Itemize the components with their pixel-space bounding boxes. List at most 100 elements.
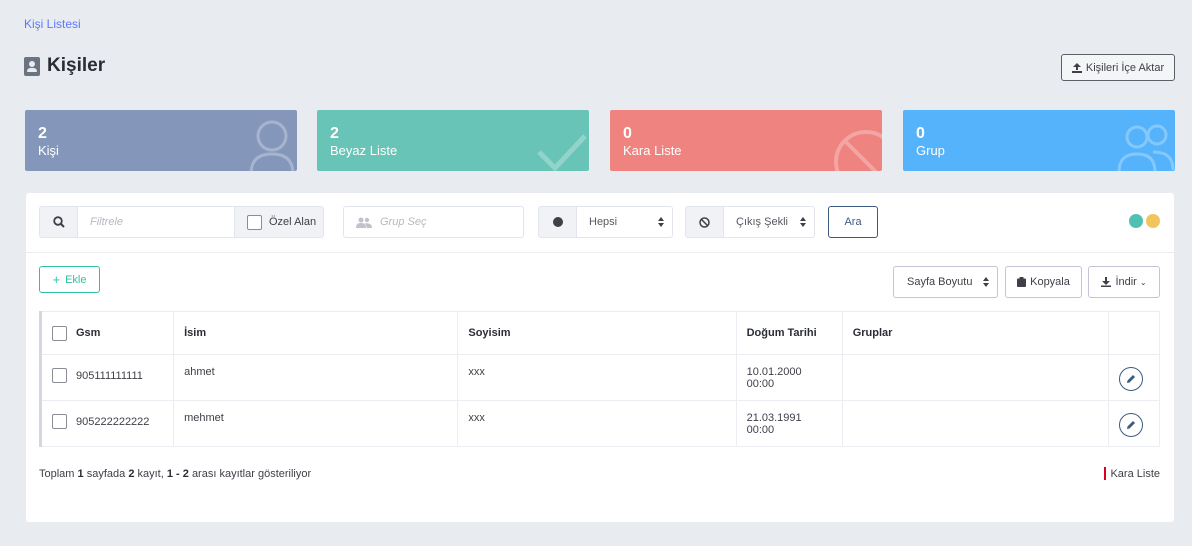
stat-value: 0 [623, 125, 632, 142]
footer-pages: 1 [77, 468, 84, 480]
blacklist-legend-mark [1104, 467, 1107, 480]
cell-name: mehmet [173, 400, 459, 447]
users-icon [356, 217, 372, 228]
blacklist-legend: Kara Liste [1104, 467, 1160, 480]
edit-button[interactable] [1118, 413, 1143, 437]
search-icon [39, 206, 78, 238]
column-gsm[interactable]: Gsm [38, 311, 175, 355]
footer-records: 2 [128, 468, 135, 480]
status-dot-teal [1129, 214, 1143, 228]
cell-name: ahmet [173, 354, 459, 401]
cell-groups [841, 400, 1109, 447]
stat-card-contacts: 2 Kişi [25, 110, 297, 171]
import-contacts-button[interactable]: Kişileri İçe Aktar [1061, 54, 1175, 81]
column-name[interactable]: İsim [173, 311, 459, 355]
edit-button[interactable] [1118, 367, 1143, 391]
page-size-select[interactable]: Sayfa Boyutu [893, 266, 998, 298]
blacklist-legend-label: Kara Liste [1110, 467, 1160, 480]
stat-value: 0 [916, 125, 925, 142]
column-actions [1107, 311, 1161, 355]
divider [26, 252, 1174, 253]
stat-label: Beyaz Liste [330, 143, 398, 158]
cell-actions [1107, 354, 1161, 401]
plus-icon: + [52, 272, 61, 287]
column-birth-date[interactable]: Doğum Tarihi [735, 311, 843, 355]
status-dot-yellow [1146, 214, 1160, 228]
status-select-value: Hepsi [589, 216, 618, 228]
cell-surname: xxx [457, 400, 737, 447]
add-button-label: Ekle [65, 273, 87, 286]
select-caret-icon [800, 217, 806, 228]
ban-icon [685, 206, 724, 238]
exit-select[interactable]: Çıkış Şekli [724, 206, 815, 238]
status-select[interactable]: Hepsi [577, 206, 673, 238]
table-row[interactable]: 905222222222 mehmet xxx 21.03.1991 00:00 [38, 400, 1161, 447]
custom-field-checkbox[interactable] [247, 214, 262, 230]
chevron-down-icon: ⌄ [1139, 277, 1147, 287]
page-size-label: Sayfa Boyutu [907, 276, 973, 288]
group-select-field[interactable]: Grup Seç [343, 206, 524, 238]
table-row[interactable]: 905111111111 ahmet xxx 10.01.2000 00:00 [38, 354, 1161, 401]
stat-value: 2 [38, 125, 47, 142]
cell-gsm: 905222222222 [38, 400, 175, 447]
custom-field-label: Özel Alan [269, 216, 317, 228]
check-icon [537, 134, 587, 171]
download-button[interactable]: İndir ⌄ [1088, 266, 1160, 298]
copy-button-label: Kopyala [1030, 276, 1070, 288]
download-icon [1101, 277, 1112, 287]
status-filter-group: Hepsi [538, 206, 673, 238]
cell-birth-date: 10.01.2000 00:00 [735, 354, 843, 401]
import-contacts-label: Kişileri İçe Aktar [1085, 61, 1165, 74]
ban-icon [834, 130, 882, 171]
footer-suffix: arası kayıtlar gösteriliyor [191, 468, 312, 480]
stat-card-groups: 0 Grup [903, 110, 1175, 171]
exit-filter-group: Çıkış Şekli [685, 206, 815, 238]
cell-birth-date: 21.03.1991 00:00 [735, 400, 843, 447]
column-surname[interactable]: Soyisim [457, 311, 737, 355]
custom-field-toggle[interactable]: Özel Alan [235, 206, 324, 238]
pencil-icon [1126, 421, 1135, 429]
circle-icon [538, 206, 577, 238]
copy-button[interactable]: Kopyala [1005, 266, 1082, 298]
column-groups[interactable]: Gruplar [841, 311, 1109, 355]
clipboard-icon [1017, 277, 1027, 287]
search-input[interactable]: Filtrele [78, 206, 235, 238]
footer-mid2: kayıt, [137, 468, 164, 480]
select-all-checkbox[interactable] [52, 325, 67, 341]
user-icon [249, 120, 295, 171]
search-group: Filtrele Özel Alan [39, 206, 324, 238]
download-button-label: İndir [1115, 276, 1137, 288]
filter-bar: Filtrele Özel Alan Grup Seç Hepsi Çıkış … [39, 206, 1161, 238]
add-button[interactable]: + Ekle [39, 266, 100, 293]
row-checkbox[interactable] [52, 368, 67, 383]
gsm-value: 905222222222 [76, 415, 150, 428]
stat-value: 2 [330, 125, 339, 142]
group-select[interactable]: Grup Seç [343, 206, 524, 238]
users-icon [1117, 124, 1175, 171]
footer-mid1: sayfada [86, 468, 126, 480]
row-checkbox[interactable] [52, 414, 67, 429]
select-caret-icon [983, 277, 989, 288]
cell-groups [841, 354, 1109, 401]
pagination-info: Toplam 1 sayfada 2 kayıt, 1 - 2 arası ka… [39, 468, 311, 480]
column-gsm-label: Gsm [76, 327, 101, 339]
gsm-value: 905111111111 [76, 369, 143, 382]
contacts-table: Gsm İsim Soyisim Doğum Tarihi Gruplar 90… [38, 311, 1161, 447]
footer-range: 1 - 2 [166, 468, 189, 480]
footer-prefix: Toplam [39, 468, 75, 480]
stat-label: Grup [916, 143, 945, 158]
upload-icon [1071, 62, 1082, 73]
select-caret-icon [658, 217, 664, 228]
contacts-panel: Filtrele Özel Alan Grup Seç Hepsi Çıkış … [26, 193, 1174, 522]
breadcrumb[interactable]: Kişi Listesi [24, 17, 81, 31]
page-title: Kişiler [24, 55, 105, 77]
cell-gsm: 905111111111 [38, 354, 175, 401]
page-title-text: Kişiler [47, 55, 106, 76]
table-header-row: Gsm İsim Soyisim Doğum Tarihi Gruplar [38, 311, 1161, 355]
group-select-placeholder: Grup Seç [380, 216, 427, 228]
stat-label: Kişi [38, 143, 59, 158]
stat-card-blacklist: 0 Kara Liste [610, 110, 882, 171]
search-button[interactable]: Ara [828, 206, 878, 238]
stat-card-whitelist: 2 Beyaz Liste [317, 110, 589, 171]
cell-actions [1107, 400, 1161, 447]
